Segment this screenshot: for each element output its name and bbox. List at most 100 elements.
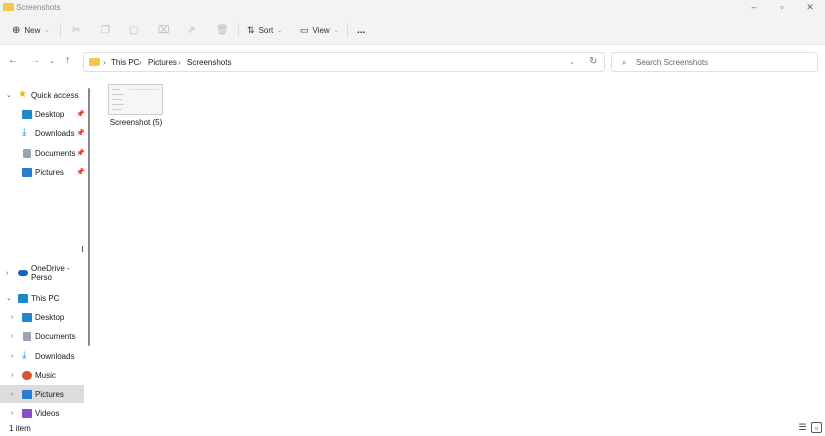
videos-icon xyxy=(22,408,32,418)
breadcrumb-pictures[interactable]: Pictures xyxy=(148,58,177,67)
sidebar-item-pc-pictures[interactable]: › Pictures xyxy=(0,385,84,403)
large-icons-view-icon[interactable]: ▫ xyxy=(811,422,822,433)
sidebar-item-desktop[interactable]: Desktop 📌 xyxy=(0,105,85,123)
search-icon: ⌕ xyxy=(622,58,627,67)
divider xyxy=(60,23,61,38)
delete-button[interactable]: 🗑 xyxy=(216,22,229,38)
share-button[interactable]: ⇗ xyxy=(187,22,195,38)
chevron-right-icon: › xyxy=(11,332,14,340)
download-icon: ⤓ xyxy=(22,350,27,361)
sidebar-item-pictures[interactable]: Pictures 📌 xyxy=(0,163,85,181)
navigation-pane: ⌄ ★ Quick access Desktop 📌 ⤓ Downloads 📌 Docu… xyxy=(0,80,92,420)
chevron-right-icon: › xyxy=(11,352,14,360)
more-options-button[interactable]: ... xyxy=(357,22,365,38)
file-item[interactable]: Screenshot (5) xyxy=(108,84,164,127)
chevron-right-icon: › xyxy=(11,371,14,379)
sidebar-scrollbar[interactable] xyxy=(88,88,90,346)
rename-button[interactable]: ⌧ xyxy=(158,22,170,38)
chevron-down-icon: ⌄ xyxy=(333,27,339,34)
sidebar-label: OneDrive - Perso xyxy=(31,264,70,282)
documents-icon xyxy=(23,148,31,158)
chevron-right-icon: › xyxy=(6,269,9,277)
breadcrumb-screenshots[interactable]: Screenshots xyxy=(187,58,231,67)
breadcrumb-this-pc[interactable]: This PC xyxy=(111,58,139,67)
address-bar[interactable]: › This PC › Pictures › Screenshots ⌄ ↻ xyxy=(83,52,605,72)
chevron-down-icon: ⌄ xyxy=(277,27,283,34)
divider xyxy=(238,23,239,38)
delete-icon: 🗑 xyxy=(216,24,229,36)
sidebar-item-this-pc[interactable]: ⌄ This PC xyxy=(0,289,84,307)
chevron-right-icon: › xyxy=(11,313,14,321)
sort-label: Sort xyxy=(258,25,274,35)
address-dropdown-icon[interactable]: ⌄ xyxy=(569,58,575,66)
view-icon: ▭ xyxy=(300,24,309,35)
sidebar-label: Documents xyxy=(35,331,76,341)
share-icon: ⇗ xyxy=(187,24,196,36)
chevron-right-icon: › xyxy=(103,58,106,67)
download-icon: ⤓ xyxy=(22,127,27,138)
sidebar-label: Desktop xyxy=(35,109,65,119)
new-label: New xyxy=(24,25,41,35)
refresh-icon[interactable]: ↻ xyxy=(589,56,597,67)
details-view-icon[interactable]: ☰ xyxy=(797,422,808,433)
title-bar: Screenshots – ▫ ✕ xyxy=(0,0,825,16)
rename-icon: ⌧ xyxy=(158,24,170,36)
divider xyxy=(347,23,348,38)
sidebar-item-music[interactable]: › Music xyxy=(0,366,84,384)
music-icon xyxy=(22,370,32,380)
sidebar-label: Pictures xyxy=(35,389,64,399)
forward-icon[interactable]: → xyxy=(30,55,40,66)
sidebar-item-quick-access[interactable]: ⌄ ★ Quick access xyxy=(0,86,84,104)
desktop-icon xyxy=(22,109,32,119)
sidebar-label: Music xyxy=(35,370,56,380)
sidebar-item-downloads[interactable]: ⤓ Downloads 📌 xyxy=(0,124,85,142)
recent-locations-icon[interactable]: ⌄ xyxy=(49,57,55,65)
sidebar-item-documents[interactable]: Documents 📌 xyxy=(0,144,85,162)
sidebar-label: Downloads xyxy=(35,351,75,361)
new-button[interactable]: ⊕ New ⌄ xyxy=(12,22,49,38)
view-button[interactable]: ▭ View ⌄ xyxy=(300,22,339,38)
sidebar-item-pc-documents[interactable]: › Documents xyxy=(0,327,84,345)
chevron-down-icon: ⌄ xyxy=(6,295,12,302)
back-icon[interactable]: ← xyxy=(8,55,18,66)
command-bar: ⊕ New ⌄ ✂ ❐ ▢ ⌧ ⇗ 🗑 ⇅ Sort ⌄ ▭ View ⌄ ... xyxy=(0,16,825,45)
chevron-down-icon: ⌄ xyxy=(44,27,50,34)
paste-button[interactable]: ▢ xyxy=(129,22,138,38)
cut-button[interactable]: ✂ xyxy=(72,22,80,38)
minimize-button[interactable]: – xyxy=(744,2,764,14)
chevron-right-icon: › xyxy=(11,390,14,398)
sidebar-item-pc-downloads[interactable]: › ⤓ Downloads xyxy=(0,347,84,365)
paste-icon: ▢ xyxy=(129,24,139,36)
sidebar-item-videos[interactable]: › Videos xyxy=(0,404,84,422)
sidebar-label: Documents xyxy=(35,148,76,158)
star-icon: ★ xyxy=(18,89,27,100)
restore-button[interactable]: ▫ xyxy=(772,2,792,14)
pane-resize-handle[interactable] xyxy=(82,246,83,252)
folder-icon xyxy=(89,58,100,66)
window-title: Screenshots xyxy=(16,3,61,12)
sidebar-item-onedrive[interactable]: › OneDrive - Perso xyxy=(0,264,84,282)
sidebar-item-pc-desktop[interactable]: › Desktop xyxy=(0,308,84,326)
cloud-icon xyxy=(18,270,28,276)
up-icon[interactable]: ↑ xyxy=(65,55,70,66)
file-name: Screenshot (5) xyxy=(109,118,163,127)
search-box[interactable]: ⌕ Search Screenshots xyxy=(611,52,818,72)
sort-icon: ⇅ xyxy=(247,24,255,35)
pictures-icon xyxy=(22,167,32,177)
chevron-right-icon: › xyxy=(139,58,142,67)
sidebar-label: Desktop xyxy=(35,312,65,322)
search-placeholder: Search Screenshots xyxy=(636,58,709,67)
copy-button[interactable]: ❐ xyxy=(101,22,110,38)
image-thumbnail xyxy=(108,84,163,115)
folder-icon xyxy=(3,3,14,11)
pin-icon: 📌 xyxy=(76,111,85,118)
close-button[interactable]: ✕ xyxy=(800,2,820,14)
computer-icon xyxy=(18,293,28,303)
pin-icon: 📌 xyxy=(76,169,85,176)
sidebar-label: Quick access xyxy=(31,90,79,100)
sidebar-label: Videos xyxy=(35,408,60,418)
pictures-icon xyxy=(22,389,32,399)
plus-circle-icon: ⊕ xyxy=(12,24,21,36)
sort-button[interactable]: ⇅ Sort ⌄ xyxy=(247,22,282,38)
chevron-down-icon: ⌄ xyxy=(6,92,12,99)
